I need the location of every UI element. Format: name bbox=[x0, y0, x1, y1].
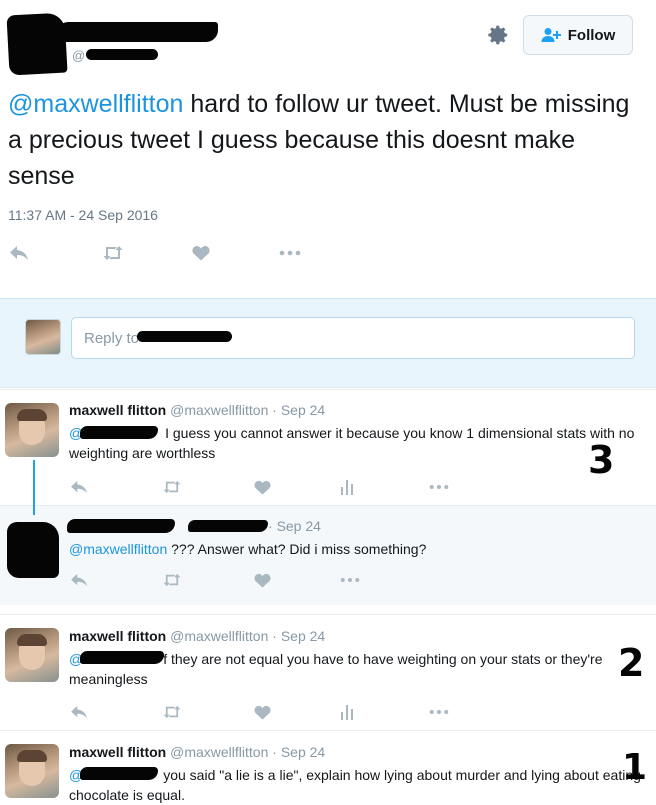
reply-action-bar bbox=[69, 701, 469, 721]
tweet-header: @ Follow bbox=[0, 0, 656, 82]
redacted-mention bbox=[80, 651, 164, 664]
reply-header: maxwell flitton @maxwellflitton · Sep 24 bbox=[69, 628, 326, 644]
reply-text: @maxwellflitton ??? Answer what? Did i m… bbox=[69, 539, 644, 559]
avatar[interactable] bbox=[5, 744, 59, 798]
gear-icon[interactable] bbox=[485, 22, 511, 48]
reply-author-name[interactable]: maxwell flitton bbox=[69, 744, 166, 760]
retweet-icon[interactable] bbox=[161, 701, 183, 723]
handwritten-number: 2 bbox=[618, 641, 645, 685]
redacted-author-name[interactable] bbox=[58, 22, 218, 42]
list-item: · Sep 24 @maxwellflitton ??? Answer what… bbox=[0, 505, 656, 605]
retweet-icon[interactable] bbox=[101, 242, 125, 264]
reply-date[interactable]: Sep 24 bbox=[281, 628, 325, 644]
redacted-reply-target bbox=[137, 331, 232, 342]
list-item: maxwell flitton @maxwellflitton · Sep 24… bbox=[0, 730, 656, 805]
analytics-icon[interactable] bbox=[337, 476, 357, 498]
avatar[interactable] bbox=[5, 628, 59, 682]
more-icon[interactable] bbox=[426, 476, 452, 498]
add-user-icon bbox=[541, 28, 561, 42]
reply-composer: Reply to bbox=[0, 298, 656, 388]
reply-header: · Sep 24 bbox=[268, 518, 321, 534]
like-icon[interactable] bbox=[252, 701, 272, 723]
reply-icon[interactable] bbox=[8, 242, 30, 264]
redacted-mention bbox=[80, 767, 158, 780]
reply-placeholder: Reply to bbox=[84, 329, 140, 347]
reply-author-name[interactable]: maxwell flitton bbox=[69, 402, 166, 418]
reply-date[interactable]: Sep 24 bbox=[281, 744, 325, 760]
reply-header: maxwell flitton @maxwellflitton · Sep 24 bbox=[69, 744, 326, 760]
tweet-mention-link[interactable]: @maxwellflitton bbox=[8, 90, 183, 118]
follow-label: Follow bbox=[567, 26, 616, 44]
redacted-author-handle bbox=[188, 520, 268, 532]
like-icon[interactable] bbox=[252, 476, 272, 498]
reply-icon[interactable] bbox=[69, 476, 89, 498]
list-item: maxwell flitton @maxwellflitton · Sep 24… bbox=[0, 389, 656, 505]
reply-author-handle[interactable]: @maxwellflitton bbox=[170, 628, 268, 644]
reply-mention-link[interactable]: @maxwellflitton bbox=[69, 541, 167, 557]
redacted-mention bbox=[80, 426, 158, 439]
reply-date[interactable]: Sep 24 bbox=[281, 402, 325, 418]
reply-action-bar bbox=[69, 569, 469, 589]
more-icon[interactable] bbox=[337, 569, 363, 591]
redacted-author-name bbox=[67, 519, 175, 533]
tweet-action-bar bbox=[8, 242, 308, 266]
like-icon[interactable] bbox=[190, 242, 212, 264]
thread-connector bbox=[33, 460, 35, 515]
more-icon[interactable] bbox=[426, 701, 452, 723]
avatar[interactable] bbox=[5, 403, 59, 457]
follow-button[interactable]: Follow bbox=[523, 15, 633, 55]
retweet-icon[interactable] bbox=[161, 569, 183, 591]
handwritten-number: 1 bbox=[622, 747, 648, 788]
reply-icon[interactable] bbox=[69, 701, 89, 723]
author-handle[interactable]: @ bbox=[72, 48, 85, 63]
redacted-avatar bbox=[7, 522, 59, 578]
reply-author-handle[interactable]: @maxwellflitton bbox=[170, 402, 268, 418]
list-item: maxwell flitton @maxwellflitton · Sep 24… bbox=[0, 614, 656, 730]
handwritten-number: 3 bbox=[588, 438, 615, 482]
analytics-icon[interactable] bbox=[337, 701, 357, 723]
redacted-author-avatar[interactable] bbox=[6, 12, 68, 76]
reply-date[interactable]: Sep 24 bbox=[277, 518, 321, 534]
reply-action-bar bbox=[69, 476, 469, 496]
reply-author-handle[interactable]: @maxwellflitton bbox=[170, 744, 268, 760]
retweet-icon[interactable] bbox=[161, 476, 183, 498]
reply-icon[interactable] bbox=[69, 569, 89, 591]
redacted-author-handle bbox=[86, 49, 158, 60]
reply-body: ??? Answer what? Did i miss something? bbox=[167, 541, 427, 557]
tweet-text: @maxwellflitton hard to follow ur tweet.… bbox=[8, 86, 638, 194]
reply-header: maxwell flitton @maxwellflitton · Sep 24 bbox=[69, 402, 326, 418]
more-icon[interactable] bbox=[277, 242, 303, 264]
reply-author-name[interactable]: maxwell flitton bbox=[69, 628, 166, 644]
like-icon[interactable] bbox=[252, 569, 272, 591]
avatar bbox=[25, 319, 61, 355]
tweet-timestamp[interactable]: 11:37 AM - 24 Sep 2016 bbox=[8, 207, 158, 223]
